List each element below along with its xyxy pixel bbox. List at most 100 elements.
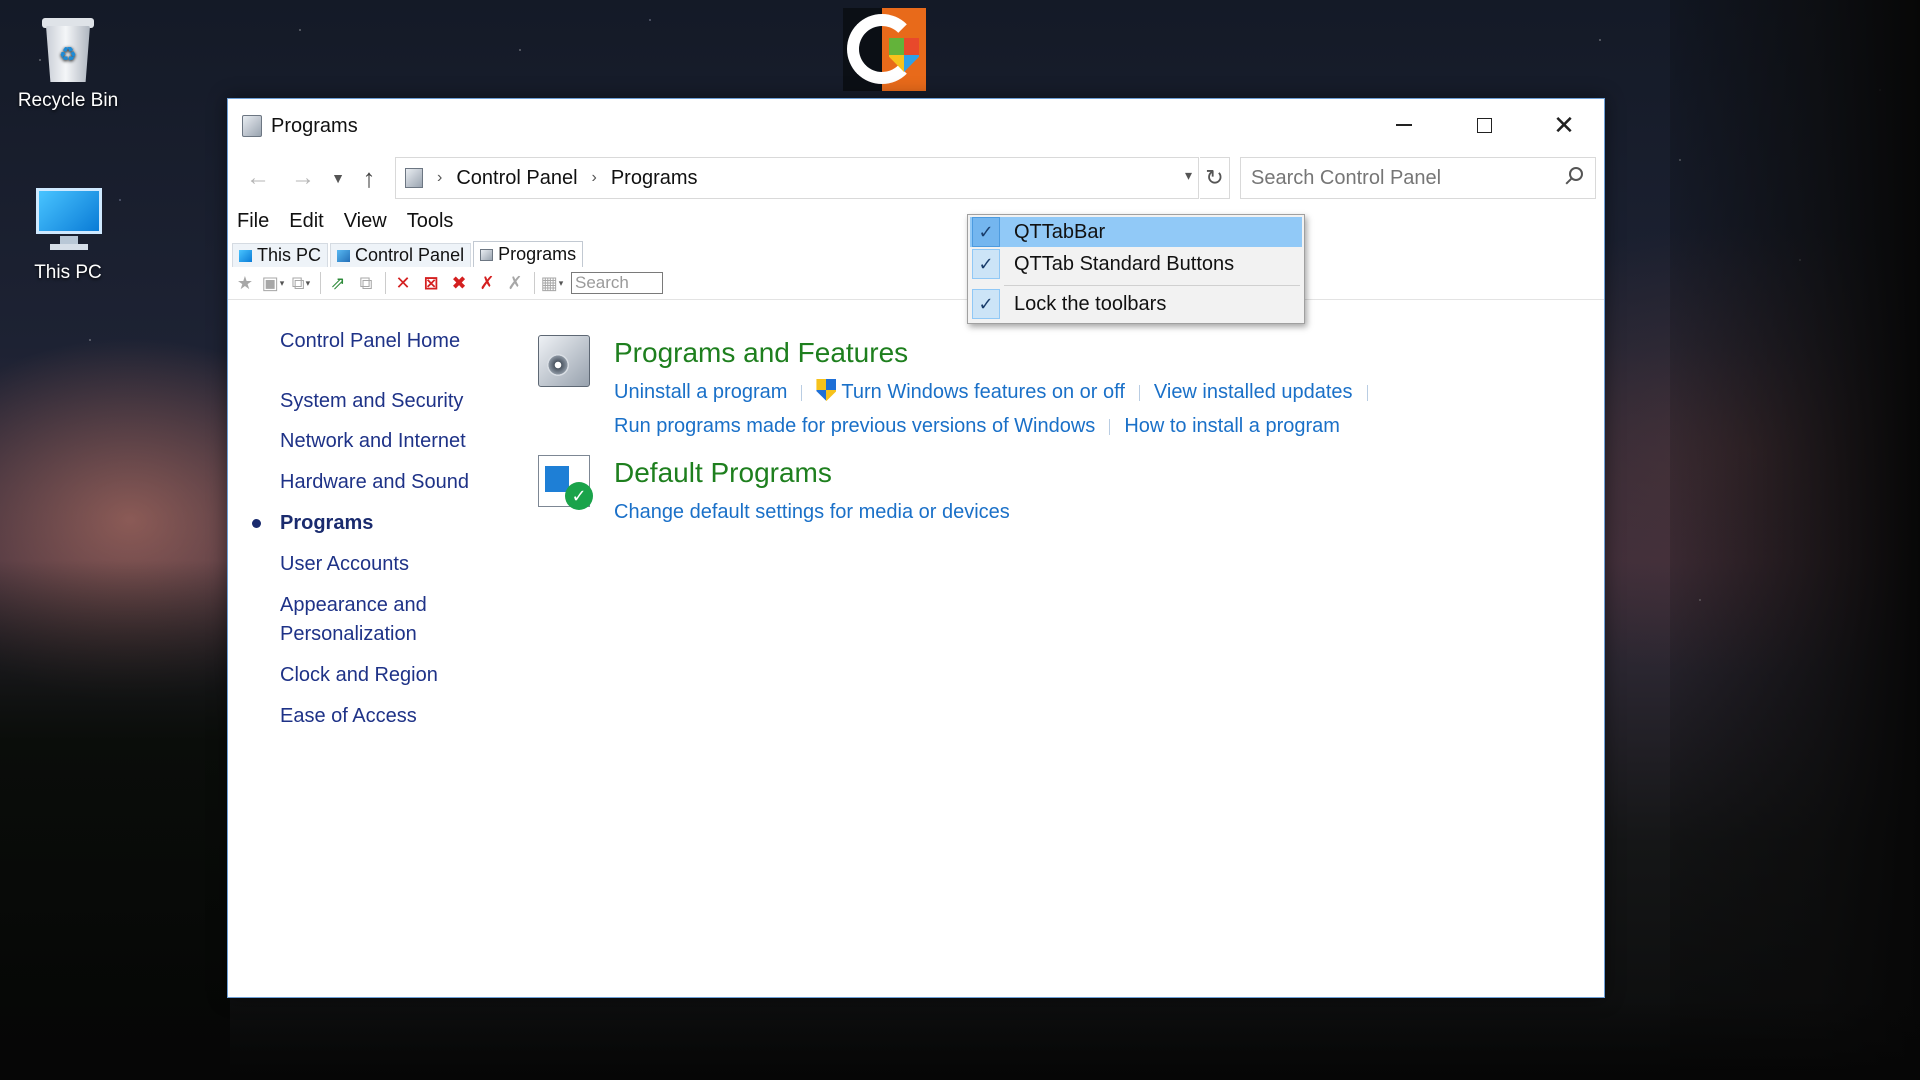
checkmark-icon: ✓ — [565, 482, 593, 510]
link-windows-features[interactable]: Turn Windows features on or off — [841, 381, 1124, 403]
link-separator — [801, 384, 803, 401]
this-pc-icon — [30, 186, 106, 256]
menu-item-label: QTTabBar — [1014, 220, 1106, 243]
search-box[interactable] — [1240, 157, 1596, 199]
breadcrumb-control-panel[interactable]: Control Panel — [456, 167, 577, 190]
control-panel-icon — [405, 168, 423, 188]
toolbar-divider — [228, 299, 1604, 300]
maximize-button[interactable] — [1444, 99, 1524, 151]
this-pc-icon — [239, 249, 252, 262]
nav-programs-label: Programs — [280, 512, 374, 534]
menu-item-label: QTTab Standard Buttons — [1014, 252, 1235, 275]
close-left-icon[interactable]: ✗ — [474, 270, 500, 296]
tab-this-pc[interactable]: This PC — [232, 243, 329, 267]
arrow-up-icon: ↑ — [362, 162, 376, 193]
menu-view[interactable]: View — [344, 210, 387, 233]
new-window-icon[interactable]: ⧉ — [353, 270, 379, 296]
link-uninstall-program[interactable]: Uninstall a program — [614, 381, 787, 403]
close-all-but-current-icon[interactable]: ⊠ — [418, 270, 444, 296]
back-button[interactable]: ← — [241, 161, 275, 195]
menu-edit[interactable]: Edit — [289, 210, 323, 233]
tab-control-panel[interactable]: Control Panel — [330, 243, 472, 267]
link-how-to-install[interactable]: How to install a program — [1124, 415, 1340, 437]
link-separator — [1109, 418, 1111, 435]
close-right-icon[interactable]: ✗ — [502, 270, 528, 296]
toolbar-divider — [534, 272, 535, 294]
link-compatibility[interactable]: Run programs made for previous versions … — [614, 415, 1095, 437]
nav-hardware-and-sound[interactable]: Hardware and Sound — [280, 468, 469, 497]
minimize-button[interactable] — [1364, 99, 1444, 151]
category-title[interactable]: Default Programs — [614, 457, 1010, 489]
nav-programs[interactable]: Programs — [252, 509, 374, 538]
desktop-icon-label: Recycle Bin — [17, 90, 119, 111]
refresh-button[interactable]: ↻ — [1200, 157, 1230, 199]
address-dropdown-icon[interactable]: ▾ — [1185, 167, 1192, 184]
menu-item-lock-toolbars[interactable]: ✓ Lock the toolbars — [970, 289, 1302, 319]
nav-appearance-and-personalization[interactable]: Appearance and Personalization — [280, 591, 480, 649]
default-programs-icon: ✓ — [538, 455, 593, 510]
nav-system-and-security[interactable]: System and Security — [280, 387, 463, 416]
qttab-search-input[interactable] — [571, 272, 663, 294]
close-window-icon[interactable]: ✖ — [446, 270, 472, 296]
uac-shield-icon — [816, 379, 837, 401]
tab-label: Control Panel — [355, 245, 465, 265]
tab-label: Programs — [498, 244, 577, 264]
window-title: Programs — [271, 115, 358, 137]
category-default-programs: ✓ Default Programs Change default settin… — [538, 455, 1010, 529]
tab-programs[interactable]: Programs — [473, 241, 584, 267]
favorites-star-icon[interactable]: ★ — [232, 270, 258, 296]
qttabbar-tabs: This PC Control Panel Programs — [232, 241, 585, 267]
wallpaper-shadow — [0, 1000, 1920, 1080]
chevron-right-icon[interactable]: › — [437, 169, 442, 187]
menu-item-qttab-standard-buttons[interactable]: ✓ QTTab Standard Buttons — [970, 249, 1302, 279]
link-installed-updates[interactable]: View installed updates — [1154, 381, 1353, 403]
category-programs-and-features: Programs and Features Uninstall a progra… — [538, 335, 1382, 443]
nav-ease-of-access[interactable]: Ease of Access — [280, 702, 417, 731]
menu-item-label: Lock the toolbars — [1014, 292, 1167, 315]
chevron-right-icon[interactable]: › — [592, 169, 597, 187]
close-tab-icon[interactable]: ✕ — [390, 270, 416, 296]
search-input[interactable] — [1241, 165, 1551, 191]
nav-clock-and-region[interactable]: Clock and Region — [280, 661, 438, 690]
title-bar[interactable]: Programs ✕ — [228, 99, 1604, 151]
refresh-icon: ↻ — [1205, 165, 1224, 190]
menu-tools[interactable]: Tools — [407, 210, 454, 233]
link-change-default-settings[interactable]: Change default settings for media or dev… — [614, 501, 1010, 523]
checkmark-icon: ✓ — [972, 289, 1000, 319]
category-title[interactable]: Programs and Features — [614, 337, 1382, 369]
app-logo-icon — [843, 8, 926, 91]
menu-item-qttabbar[interactable]: ✓ QTTabBar — [970, 217, 1302, 247]
nav-control-panel-home[interactable]: Control Panel Home — [280, 327, 460, 356]
toolbar-divider — [385, 272, 386, 294]
menu-bar: File Edit View Tools — [237, 210, 473, 233]
link-separator — [1366, 384, 1368, 401]
close-button[interactable]: ✕ — [1524, 99, 1604, 151]
search-icon[interactable] — [1569, 167, 1583, 181]
link-separator — [1138, 384, 1140, 401]
checkmark-icon: ✓ — [972, 249, 1000, 279]
nav-user-accounts[interactable]: User Accounts — [280, 550, 409, 579]
toolbar-context-menu: ✓ QTTabBar ✓ QTTab Standard Buttons ✓ Lo… — [967, 214, 1305, 324]
forward-button[interactable]: → — [286, 161, 320, 195]
category-links: Uninstall a program Turn Windows features… — [614, 375, 1382, 443]
address-bar[interactable]: › Control Panel › Programs ▾ — [395, 157, 1199, 199]
clone-tab-icon[interactable]: ⇗ — [325, 270, 351, 296]
view-options-icon[interactable]: ▦ — [539, 270, 565, 296]
recent-locations-button[interactable]: ▼ — [321, 161, 355, 195]
control-panel-icon — [242, 115, 262, 137]
group-button-icon[interactable]: ▣ — [260, 270, 286, 296]
checkmark-icon: ✓ — [972, 217, 1000, 247]
nav-network-and-internet[interactable]: Network and Internet — [280, 427, 466, 456]
recent-tabs-icon[interactable]: ⧉ — [288, 270, 314, 296]
breadcrumb-programs[interactable]: Programs — [611, 167, 698, 190]
up-button[interactable]: ↑ — [352, 161, 386, 195]
desktop-icon-recycle-bin[interactable]: ♻ Recycle Bin — [0, 12, 136, 112]
chevron-down-icon: ▼ — [331, 170, 345, 186]
tab-label: This PC — [257, 245, 322, 265]
control-panel-window: Programs ✕ ← → ▼ ↑ › Control Panel › Pro… — [227, 98, 1605, 998]
control-panel-icon — [337, 249, 351, 262]
navigation-bar: ← → ▼ ↑ › Control Panel › Programs ▾ ↻ — [228, 157, 1604, 199]
close-icon: ✕ — [1553, 109, 1575, 140]
menu-file[interactable]: File — [237, 210, 269, 233]
desktop-icon-this-pc[interactable]: This PC — [0, 186, 136, 284]
